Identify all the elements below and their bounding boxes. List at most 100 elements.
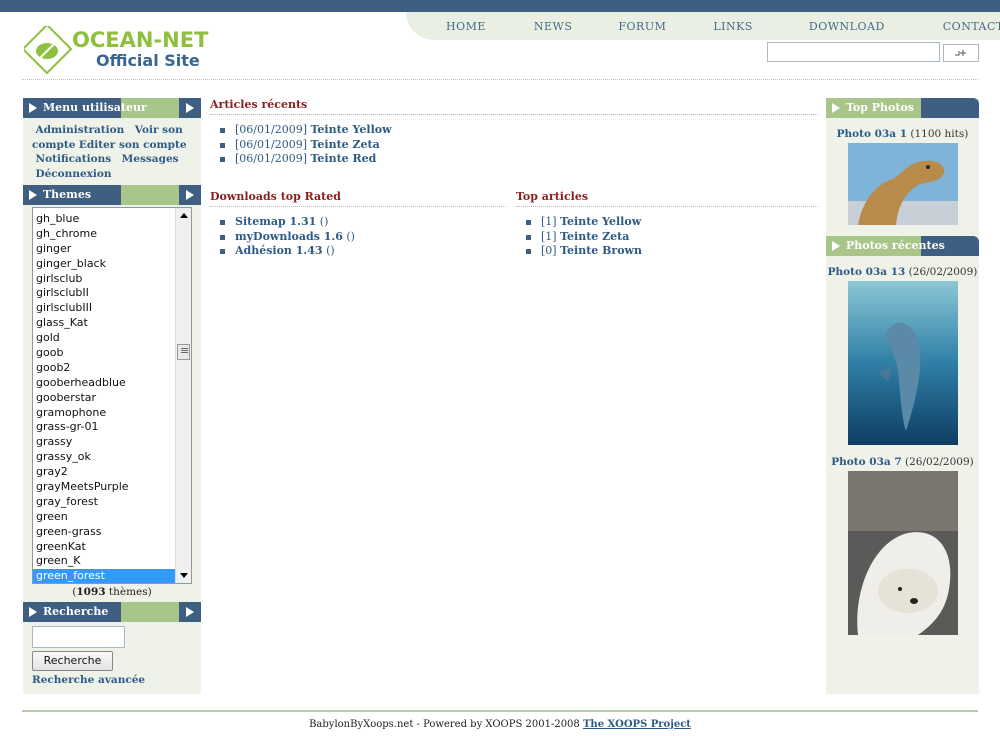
list-item[interactable]: myDownloads 1.6 ()	[220, 230, 506, 245]
theme-option[interactable]: gooberstar	[33, 391, 176, 406]
photo-meta: (26/02/2009)	[905, 456, 974, 468]
theme-option[interactable]: greenKat	[33, 540, 176, 555]
main-content: Articles récents [06/01/2009] Teinte Yel…	[210, 98, 818, 257]
theme-option[interactable]: green_K	[33, 554, 176, 569]
theme-option[interactable]: green_forest	[33, 569, 176, 583]
photo-link[interactable]: Photo 03a 13	[828, 266, 906, 278]
theme-option[interactable]: gh_chrome	[33, 227, 176, 242]
list-item[interactable]: [06/01/2009] Teinte Yellow	[220, 123, 818, 138]
footer-xoops-link[interactable]: The XOOPS Project	[583, 719, 691, 730]
top-article-link[interactable]: Teinte Yellow	[560, 215, 641, 228]
advanced-search-link[interactable]: Recherche avancée	[32, 674, 192, 686]
theme-option[interactable]: ginger_black	[33, 257, 176, 272]
theme-option[interactable]: girlsclubIII	[33, 301, 176, 316]
article-link[interactable]: Teinte Red	[310, 152, 376, 165]
download-extra: ()	[326, 244, 335, 257]
list-item[interactable]: [1] Teinte Zeta	[526, 230, 818, 245]
recent-articles-list: [06/01/2009] Teinte Yellow [06/01/2009] …	[210, 115, 818, 167]
search-block-title-text: Recherche	[43, 605, 109, 618]
theme-items: gh_blue gh_chrome ginger ginger_black girlsc…	[33, 212, 176, 583]
theme-option[interactable]: green-grass	[33, 525, 176, 540]
theme-option[interactable]: girlsclubII	[33, 286, 176, 301]
theme-option[interactable]: grass-gr-01	[33, 420, 176, 435]
top-article-link[interactable]: Teinte Zeta	[560, 230, 629, 243]
themes-title: Themes	[23, 185, 201, 205]
photo-link[interactable]: Photo 03a 1	[837, 128, 907, 140]
theme-select-list[interactable]: gh_blue gh_chrome ginger ginger_black girlsc…	[32, 207, 192, 584]
list-item[interactable]: [06/01/2009] Teinte Zeta	[220, 138, 818, 153]
photo-link[interactable]: Photo 03a 7	[831, 456, 901, 468]
theme-option[interactable]: grayMeetsPurple	[33, 480, 176, 495]
theme-option[interactable]: gramophone	[33, 406, 176, 421]
theme-option[interactable]: gooberheadblue	[33, 376, 176, 391]
menu-messages[interactable]: Messages	[122, 153, 179, 165]
theme-count: (1093 thèmes)	[72, 586, 152, 598]
nav-forum[interactable]: FORUM	[618, 20, 666, 33]
downloads-title: Downloads top Rated	[210, 190, 506, 207]
photo-dolphin[interactable]	[847, 281, 958, 448]
top-search-button[interactable]	[943, 44, 979, 62]
top-articles-title: Top articles	[516, 190, 818, 207]
theme-list-scrollbar[interactable]	[175, 208, 191, 583]
list-item[interactable]: [06/01/2009] Teinte Red	[220, 152, 818, 167]
theme-option[interactable]: grassy	[33, 435, 176, 450]
download-extra: ()	[346, 229, 355, 243]
theme-count-suffix: thèmes	[108, 586, 148, 598]
nav-news[interactable]: NEWS	[534, 20, 573, 33]
list-item[interactable]: [1] Teinte Yellow	[526, 215, 818, 230]
menu-editer-compte[interactable]: Editer son compte	[79, 139, 187, 151]
theme-option[interactable]: girlsclub	[33, 272, 176, 287]
theme-option[interactable]: gh_blue	[33, 212, 176, 227]
theme-option[interactable]: gold	[33, 331, 176, 346]
nav-links[interactable]: LINKS	[713, 20, 753, 33]
theme-option[interactable]: goob2	[33, 361, 176, 376]
photo-caption: Photo 03a 13 (26/02/2009)	[826, 266, 979, 278]
recent-photos-title-text: Photos récentes	[846, 239, 945, 252]
downloads-block: Downloads top Rated Sitemap 1.31 () myDo…	[210, 190, 506, 259]
download-link[interactable]: Sitemap 1.31	[235, 215, 316, 228]
search-button[interactable]: Recherche	[32, 651, 113, 671]
article-link[interactable]: Teinte Yellow	[310, 123, 391, 136]
search-toggle-icon[interactable]	[179, 602, 201, 622]
download-link[interactable]: Adhésion 1.43	[235, 244, 323, 257]
menu-deconnexion[interactable]: Déconnexion	[36, 168, 112, 180]
list-item[interactable]: Sitemap 1.31 ()	[220, 215, 506, 230]
photo-polar-bear[interactable]	[847, 471, 958, 638]
nav-contact[interactable]: CONTACT	[943, 20, 1000, 33]
scroll-down-icon[interactable]	[180, 573, 188, 578]
list-item[interactable]: Adhésion 1.43 ()	[220, 244, 506, 259]
header-divider	[22, 79, 978, 80]
photo-camel[interactable]	[847, 143, 958, 228]
recent-photos-title: Photos récentes	[826, 236, 979, 256]
usermenu-toggle-icon[interactable]	[179, 98, 201, 118]
theme-option[interactable]: glass_Kat	[33, 316, 176, 331]
theme-option[interactable]: grassy_ok	[33, 450, 176, 465]
left-sidebar: Menu utilisateur Administration Voir son…	[23, 98, 201, 694]
menu-notifications[interactable]: Notifications	[36, 153, 112, 165]
top-search-input[interactable]	[767, 42, 940, 62]
scroll-up-icon[interactable]	[180, 213, 188, 218]
article-link[interactable]: Teinte Zeta	[310, 138, 379, 151]
menu-administration[interactable]: Administration	[36, 124, 125, 136]
theme-option[interactable]: green	[33, 510, 176, 525]
nav-home[interactable]: HOME	[446, 20, 486, 33]
themes-toggle-icon[interactable]	[179, 185, 201, 205]
logo-emblem-icon	[24, 26, 72, 75]
theme-option[interactable]: gray2	[33, 465, 176, 480]
site-logo[interactable]: OCEAN-NET Official Site	[24, 26, 214, 80]
themes-title-text: Themes	[43, 188, 92, 201]
top-article-link[interactable]: Teinte Brown	[560, 244, 642, 257]
photo-caption: Photo 03a 1 (1100 hits)	[826, 128, 979, 140]
logo-subtitle: Official Site	[96, 51, 200, 70]
theme-option[interactable]: goob	[33, 346, 176, 361]
scroll-thumb[interactable]	[177, 344, 190, 360]
search-input[interactable]	[32, 626, 125, 648]
theme-option[interactable]: ginger	[33, 242, 176, 257]
logo-title: OCEAN-NET	[72, 28, 209, 52]
download-link[interactable]: myDownloads 1.6	[235, 230, 343, 243]
right-sidebar: Top Photos Photo 03a 1 (1100 hits) Photo…	[826, 98, 979, 694]
theme-option[interactable]: gray_forest	[33, 495, 176, 510]
list-item[interactable]: [0] Teinte Brown	[526, 244, 818, 259]
footer: BabylonByXoops.net - Powered by XOOPS 20…	[0, 719, 1000, 730]
nav-download[interactable]: DOWNLOAD	[809, 20, 885, 33]
